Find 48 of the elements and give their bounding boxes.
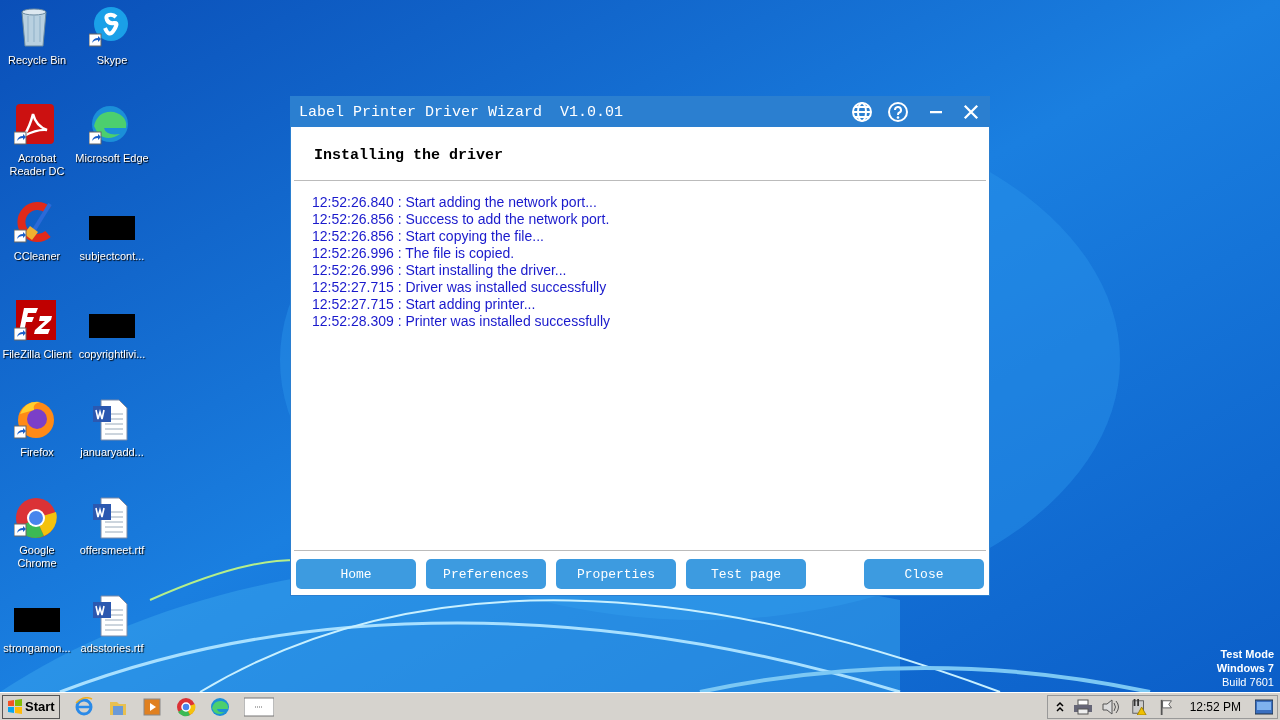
windows-logo-icon	[7, 698, 23, 715]
wizard-button[interactable]: Close	[864, 559, 984, 589]
clock[interactable]: 12:52 PM	[1189, 699, 1241, 714]
log-line: 12:52:26.856 : Start copying the file...	[312, 228, 545, 245]
icon-label[interactable]: Acrobat Reader DC	[0, 152, 74, 178]
window-title: Label Printer Driver Wizard V1.0.01	[299, 103, 624, 121]
help-icon[interactable]	[887, 101, 909, 123]
icon-label[interactable]: Microsoft Edge	[75, 152, 149, 165]
log-line: 12:52:26.996 : Start installing the driver...	[312, 262, 568, 279]
chrome-icon[interactable]	[14, 496, 60, 540]
start-button[interactable]: Start	[2, 694, 60, 719]
show-desktop-icon[interactable]	[1255, 698, 1273, 715]
icon-label[interactable]: januaryadd...	[80, 446, 144, 459]
wizard-button[interactable]: Preferences	[426, 559, 546, 589]
printer-icon[interactable]	[1073, 698, 1092, 715]
icon-label[interactable]: Recycle Bin	[7, 54, 67, 67]
icon-label[interactable]: strongamon...	[3, 642, 71, 655]
log-line: 12:52:26.840 : Start adding the network port...	[312, 194, 598, 211]
system-info-text: Test Mode	[1220, 647, 1274, 661]
icon-label[interactable]: FileZilla Client	[2, 348, 72, 361]
icon-label[interactable]: Skype	[96, 54, 128, 67]
icon-label[interactable]: Firefox	[20, 446, 54, 459]
log-line: 12:52:26.856 : Success to add the network port.	[312, 211, 611, 228]
icon-label[interactable]: Google Chrome	[0, 544, 74, 570]
icon-label[interactable]: adsstories.rtf	[80, 642, 144, 655]
window-thumbnail-icon[interactable]	[243, 695, 274, 718]
icon-label[interactable]: copyrightlivi...	[78, 348, 146, 361]
media-player-icon[interactable]	[141, 696, 162, 717]
chevron-icon[interactable]	[1055, 700, 1064, 713]
speaker-icon[interactable]	[1101, 698, 1120, 715]
icon-label[interactable]: offersmeet.rtf	[79, 544, 145, 557]
globe-icon[interactable]	[851, 101, 873, 123]
icon-label[interactable]: subjectcont...	[79, 250, 145, 263]
minimize-icon[interactable]	[929, 110, 943, 114]
log-line: 12:52:27.715 : Start adding printer...	[312, 296, 537, 313]
chrome-icon[interactable]	[175, 696, 196, 717]
system-info-text: Build 7601	[1222, 675, 1274, 689]
network-warning-icon[interactable]	[1129, 698, 1148, 715]
log-line: 12:52:27.715 : Driver was installed successfully	[312, 279, 608, 296]
close-icon[interactable]	[963, 104, 979, 120]
step-heading: Installing the driver	[294, 127, 986, 181]
wizard-button[interactable]: Home	[296, 559, 416, 589]
log-line: 12:52:26.996 : The file is copied.	[312, 245, 516, 262]
system-info-text: Windows 7	[1216, 661, 1274, 675]
log-line: 12:52:28.309 : Printer was installed successfully	[312, 313, 612, 330]
icon-label[interactable]: CCleaner	[13, 250, 61, 263]
wizard-button[interactable]: Test page	[686, 559, 806, 589]
wizard-button[interactable]: Properties	[556, 559, 676, 589]
